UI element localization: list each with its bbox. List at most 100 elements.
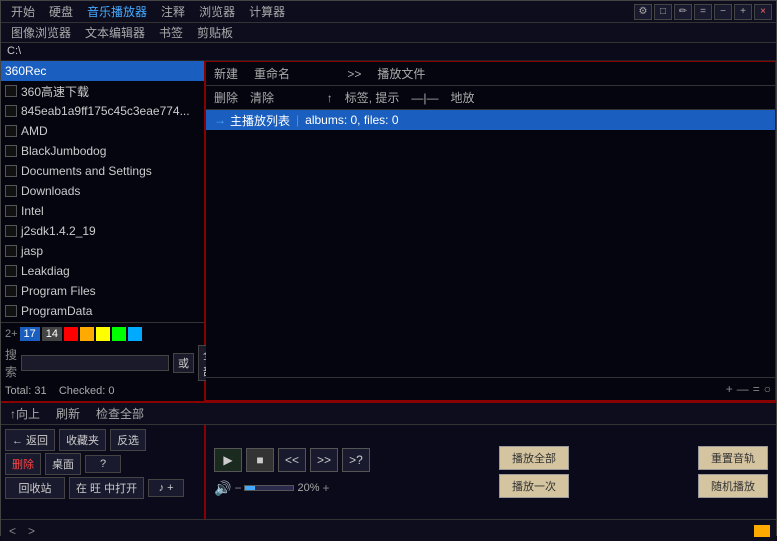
reshuffle-btn[interactable]: 重置音轨 <box>698 446 768 470</box>
file-label: Program Files <box>21 284 96 298</box>
loc-btn[interactable]: 地放 <box>447 88 479 107</box>
arrow-btn[interactable]: >> <box>343 66 365 82</box>
checkbox-hash[interactable] <box>5 105 17 117</box>
menu-musicplayer[interactable]: 音乐播放器 <box>81 1 153 22</box>
title-bar: 开始 硬盘 音乐播放器 注释 浏览器 计算器 ⚙ □ ✏ = − + × <box>1 1 776 23</box>
clear-btn[interactable]: 清除 <box>246 88 278 107</box>
checkbox-leakdiag[interactable] <box>5 265 17 277</box>
sub-btn[interactable]: — <box>737 382 749 396</box>
nav-fwd-btn[interactable]: > <box>24 524 39 538</box>
file-item-leakdiag[interactable]: Leakdiag <box>1 261 204 281</box>
menu-texteditor[interactable]: 文本编辑器 <box>79 22 151 43</box>
color-red[interactable] <box>64 327 78 341</box>
settings-btn[interactable]: ⚙ <box>634 4 652 20</box>
nav-back-btn[interactable]: < <box>5 524 20 538</box>
playlist-main[interactable]: → 主播放列表 | albums: 0, files: 0 <box>206 110 775 130</box>
arrow2-btn[interactable]: ↑ <box>323 90 337 106</box>
file-list[interactable]: 360Rec 360高速下载 845eab1a9ff175c45c3eae774… <box>1 61 204 322</box>
file-item-intel[interactable]: Intel <box>1 201 204 221</box>
count-badge-14[interactable]: 14 <box>42 327 62 341</box>
next-btn[interactable]: >> <box>310 448 338 472</box>
back-btn[interactable]: ← 返回 <box>5 429 55 451</box>
invert-btn[interactable]: 反选 <box>110 429 146 451</box>
up-btn[interactable]: ↑向上 <box>5 403 45 424</box>
eq-bottom-btn[interactable]: = <box>753 382 760 396</box>
checkbox-pf[interactable] <box>5 285 17 297</box>
left-panel: 360Rec 360高速下载 845eab1a9ff175c45c3eae774… <box>1 61 206 401</box>
menu-bookmarks[interactable]: 书签 <box>153 22 189 43</box>
bottom-section: ↑向上 刷新 检查全部 ← 返回 收藏夹 反选 删除 桌面 ? 回收站 在 旺 … <box>1 401 776 541</box>
color-yellow[interactable] <box>96 327 110 341</box>
vol-minus[interactable]: − <box>234 481 241 495</box>
rename-btn[interactable]: 重命名 <box>250 64 294 83</box>
checkbox-amd[interactable] <box>5 125 17 137</box>
menu-calculator[interactable]: 计算器 <box>243 1 291 22</box>
checkbox-pd[interactable] <box>5 305 17 317</box>
stop-btn[interactable]: ■ <box>246 448 274 472</box>
collect-btn[interactable]: 回收站 <box>5 477 65 499</box>
playlist-area[interactable]: → 主播放列表 | albums: 0, files: 0 <box>206 110 775 377</box>
search-input[interactable] <box>21 355 169 371</box>
edit-btn[interactable]: ✏ <box>674 4 692 20</box>
file-item-360rec[interactable]: 360Rec <box>1 61 204 81</box>
file-item-hash[interactable]: 845eab1a9ff175c45c3eae774... <box>1 101 204 121</box>
eq-btn[interactable]: = <box>694 4 712 20</box>
prev-btn[interactable]: << <box>278 448 306 472</box>
color-green[interactable] <box>112 327 126 341</box>
file-item-jasp[interactable]: jasp <box>1 241 204 261</box>
question-btn[interactable]: ? <box>85 455 121 473</box>
checkbox-j2sdk[interactable] <box>5 225 17 237</box>
file-item-downloads[interactable]: Downloads <box>1 181 204 201</box>
tag-btn[interactable]: 标签, 提示 <box>341 88 404 107</box>
checkbox-das[interactable] <box>5 165 17 177</box>
count-badge-17[interactable]: 17 <box>20 327 40 341</box>
delete-btn[interactable]: 删除 <box>210 88 242 107</box>
vol-plus[interactable]: + <box>322 481 329 495</box>
add-btn[interactable]: + <box>726 382 733 396</box>
window-btn[interactable]: □ <box>654 4 672 20</box>
once-btn[interactable]: 播放一次 <box>499 474 569 498</box>
music-btn[interactable]: ♪ + <box>148 479 184 497</box>
favorites-btn[interactable]: 收藏夹 <box>59 429 106 451</box>
file-item-programfiles[interactable]: Program Files <box>1 281 204 301</box>
color-orange[interactable] <box>80 327 94 341</box>
checkbox-bjd[interactable] <box>5 145 17 157</box>
desktop-btn[interactable]: 桌面 <box>45 453 81 475</box>
file-item-programdata[interactable]: ProgramData <box>1 301 204 321</box>
random-btn[interactable]: 随机播放 <box>698 474 768 498</box>
checkbox-intel[interactable] <box>5 205 17 217</box>
playfile-btn[interactable]: 播放文件 <box>373 64 429 83</box>
checkbox-360dl[interactable] <box>5 85 17 97</box>
menu-imageviewer[interactable]: 图像浏览器 <box>5 22 77 43</box>
circle-btn[interactable]: ○ <box>764 382 771 396</box>
play-btn[interactable]: ▶ <box>214 448 242 472</box>
file-item-bjd[interactable]: BlackJumbodog <box>1 141 204 161</box>
vol-track[interactable] <box>244 485 294 491</box>
file-item-j2sdk[interactable]: j2sdk1.4.2_19 <box>1 221 204 241</box>
loop-btn[interactable]: 播放全部 <box>499 446 569 470</box>
transport-controls: ▶ ■ << >> >? <box>214 448 370 472</box>
menu-clipboard[interactable]: 剪贴板 <box>191 22 239 43</box>
file-item-das[interactable]: Documents and Settings <box>1 161 204 181</box>
refresh-btn[interactable]: 刷新 <box>51 403 85 424</box>
menu-notes[interactable]: 注释 <box>155 1 191 22</box>
menu-transport-btn[interactable]: >? <box>342 448 370 472</box>
checkbox-downloads[interactable] <box>5 185 17 197</box>
left-bottom: 2+ 17 14 搜索 或 全部 Total: 31 Checked: 0 <box>1 322 204 401</box>
new-btn[interactable]: 新建 <box>210 64 242 83</box>
total-label: Total: 31 <box>5 385 47 397</box>
close-btn[interactable]: × <box>754 4 772 20</box>
checkall-btn[interactable]: 检查全部 <box>91 403 149 424</box>
file-item-360dl[interactable]: 360高速下载 <box>1 81 204 101</box>
maximize-btn[interactable]: + <box>734 4 752 20</box>
minimize-btn[interactable]: − <box>714 4 732 20</box>
menu-browser[interactable]: 浏览器 <box>193 1 241 22</box>
color-cyan[interactable] <box>128 327 142 341</box>
menu-start[interactable]: 开始 <box>5 1 41 22</box>
openin-btn[interactable]: 在 旺 中打开 <box>69 477 144 499</box>
menu-harddisk[interactable]: 硬盘 <box>43 1 79 22</box>
file-item-amd[interactable]: AMD <box>1 121 204 141</box>
toolbar-sep1 <box>302 67 335 81</box>
delete-btn2[interactable]: 删除 <box>5 453 41 475</box>
checkbox-jasp[interactable] <box>5 245 17 257</box>
